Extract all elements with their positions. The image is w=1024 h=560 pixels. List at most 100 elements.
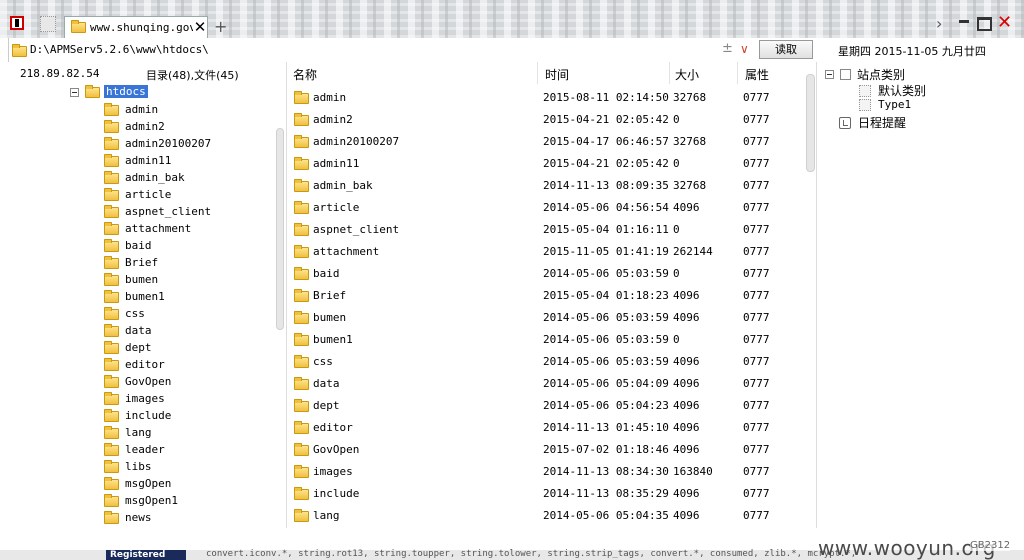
- type1-item[interactable]: Type1: [859, 98, 911, 111]
- read-button[interactable]: 读取: [759, 40, 813, 59]
- tree-item[interactable]: images: [104, 391, 165, 409]
- table-row[interactable]: lang 2014-05-06 05:04:35 4096 0777: [287, 505, 807, 527]
- tree-item[interactable]: css: [104, 306, 145, 324]
- tree-item[interactable]: libs: [104, 459, 152, 477]
- tree-item[interactable]: bumen: [104, 272, 158, 290]
- table-row[interactable]: GovOpen 2015-07-02 01:18:46 4096 0777: [287, 439, 807, 461]
- table-row[interactable]: admin11 2015-04-21 02:05:42 0 0777: [287, 153, 807, 175]
- table-row[interactable]: include 2014-11-13 08:35:29 4096 0777: [287, 483, 807, 505]
- tree-item[interactable]: baid: [104, 238, 152, 256]
- table-row[interactable]: aspnet_client 2015-05-04 01:16:11 0 0777: [287, 219, 807, 241]
- table-row[interactable]: admin_bak 2014-11-13 08:09:35 32768 0777: [287, 175, 807, 197]
- table-row[interactable]: editor 2014-11-13 01:45:10 4096 0777: [287, 417, 807, 439]
- file-size: 4096: [673, 487, 700, 500]
- table-row[interactable]: admin 2015-08-11 02:14:50 32768 0777: [287, 87, 807, 109]
- app-icon[interactable]: [10, 16, 24, 30]
- main-scrollbar[interactable]: [806, 74, 815, 524]
- path-input[interactable]: D:\APMServ5.2.6\www\htdocs\: [30, 43, 209, 56]
- file-time: 2014-11-13 08:09:35: [543, 179, 669, 192]
- tree-item[interactable]: msgOpen: [104, 476, 172, 494]
- tree-item-label: admin11: [125, 154, 172, 167]
- maximize-icon[interactable]: [977, 17, 992, 31]
- tree-item[interactable]: bumen1: [104, 289, 165, 307]
- header-time[interactable]: 时间: [545, 66, 569, 83]
- file-attr: 0777: [743, 487, 770, 500]
- folder-icon: [294, 113, 309, 126]
- file-size: 4096: [673, 201, 700, 214]
- header-name[interactable]: 名称: [293, 66, 317, 83]
- new-tab-icon[interactable]: +: [214, 17, 227, 36]
- column-divider[interactable]: [537, 62, 538, 84]
- tree-item[interactable]: article: [104, 187, 171, 205]
- left-scrollbar[interactable]: [276, 84, 284, 526]
- folder-icon: [294, 377, 309, 390]
- file-size: 0: [673, 157, 680, 170]
- header-attr[interactable]: 属性: [745, 66, 769, 83]
- default-category-item[interactable]: 默认类别: [859, 82, 926, 99]
- table-row[interactable]: dept 2014-05-06 05:04:23 4096 0777: [287, 395, 807, 417]
- column-divider[interactable]: [669, 62, 670, 84]
- table-row[interactable]: bumen1 2014-05-06 05:03:59 0 0777: [287, 329, 807, 351]
- tree-item[interactable]: editor: [104, 357, 165, 375]
- scroll-thumb[interactable]: [806, 74, 815, 172]
- schedule-item[interactable]: 日程提醒: [839, 114, 906, 131]
- file-name: Brief: [313, 289, 347, 302]
- category-box-icon: [840, 69, 851, 80]
- table-row[interactable]: Brief 2015-05-04 01:18:23 4096 0777: [287, 285, 807, 307]
- file-time: 2014-05-06 05:03:59: [543, 267, 669, 280]
- header-size[interactable]: 大小: [675, 66, 699, 83]
- table-row[interactable]: images 2014-11-13 08:34:30 163840 0777: [287, 461, 807, 483]
- table-row[interactable]: article 2014-05-06 04:56:54 4096 0777: [287, 197, 807, 219]
- tree-item[interactable]: lang: [104, 425, 152, 443]
- minimize-icon[interactable]: [959, 20, 969, 23]
- file-size: 4096: [673, 509, 700, 522]
- table-row[interactable]: attachment 2015-11-05 01:41:19 262144 0777: [287, 241, 807, 263]
- tree-item-label: admin_bak: [125, 171, 185, 184]
- table-row[interactable]: css 2014-05-06 05:03:59 4096 0777: [287, 351, 807, 373]
- table-row[interactable]: admin2 2015-04-21 02:05:42 0 0777: [287, 109, 807, 131]
- tree-item-label: Brief: [125, 256, 159, 269]
- tree-item[interactable]: news: [104, 510, 152, 528]
- tree-item[interactable]: msgOpen1: [104, 493, 178, 511]
- collapse-icon[interactable]: [70, 87, 79, 97]
- folder-icon: [104, 476, 119, 490]
- tree-item[interactable]: admin: [104, 102, 158, 120]
- file-attr: 0777: [743, 179, 770, 192]
- scroll-thumb[interactable]: [276, 128, 284, 330]
- file-time: 2014-05-06 05:04:23: [543, 399, 669, 412]
- folder-icon: [104, 289, 119, 303]
- file-time: 2014-11-13 08:34:30: [543, 465, 669, 478]
- table-row[interactable]: baid 2014-05-06 05:03:59 0 0777: [287, 263, 807, 285]
- tree-root[interactable]: htdocs: [70, 84, 148, 98]
- tree-item[interactable]: Brief: [104, 255, 159, 273]
- tree-item[interactable]: data: [104, 323, 152, 341]
- table-row[interactable]: data 2014-05-06 05:04:09 4096 0777: [287, 373, 807, 395]
- tree-item[interactable]: admin_bak: [104, 170, 185, 188]
- tree-item[interactable]: admin11: [104, 153, 172, 171]
- tree-item-label: msgOpen: [125, 477, 172, 490]
- tree-item[interactable]: aspnet_client: [104, 204, 211, 222]
- chevron-down-icon[interactable]: ∨: [740, 42, 749, 56]
- tree-item[interactable]: dept: [104, 340, 152, 358]
- column-divider[interactable]: [737, 62, 738, 84]
- file-attr: 0777: [743, 509, 770, 522]
- tree-item[interactable]: include: [104, 408, 171, 426]
- close-icon[interactable]: ✕: [997, 12, 1012, 33]
- tree-item[interactable]: admin20100207: [104, 136, 211, 154]
- folder-icon: [104, 136, 119, 150]
- tree-item[interactable]: GovOpen: [104, 374, 171, 392]
- table-row[interactable]: admin20100207 2015-04-17 06:46:57 32768 077…: [287, 131, 807, 153]
- tab-close-icon[interactable]: ✕: [193, 19, 207, 35]
- chevron-right-icon[interactable]: ›: [936, 14, 942, 33]
- collapse-icon[interactable]: [825, 70, 834, 79]
- tree-item[interactable]: leader: [104, 442, 165, 460]
- file-name: baid: [313, 267, 340, 280]
- tree-item[interactable]: admin2: [104, 119, 165, 137]
- tree-item[interactable]: attachment: [104, 221, 191, 239]
- folder-icon: [104, 391, 119, 405]
- table-row[interactable]: bumen 2014-05-06 05:03:59 4096 0777: [287, 307, 807, 329]
- star-icon[interactable]: ±: [722, 41, 733, 56]
- site-category-item[interactable]: 站点类别: [825, 66, 905, 83]
- tab-active[interactable]: www.shunqing.gov.cn ✕: [64, 16, 208, 38]
- blank-tab-icon[interactable]: [40, 16, 56, 32]
